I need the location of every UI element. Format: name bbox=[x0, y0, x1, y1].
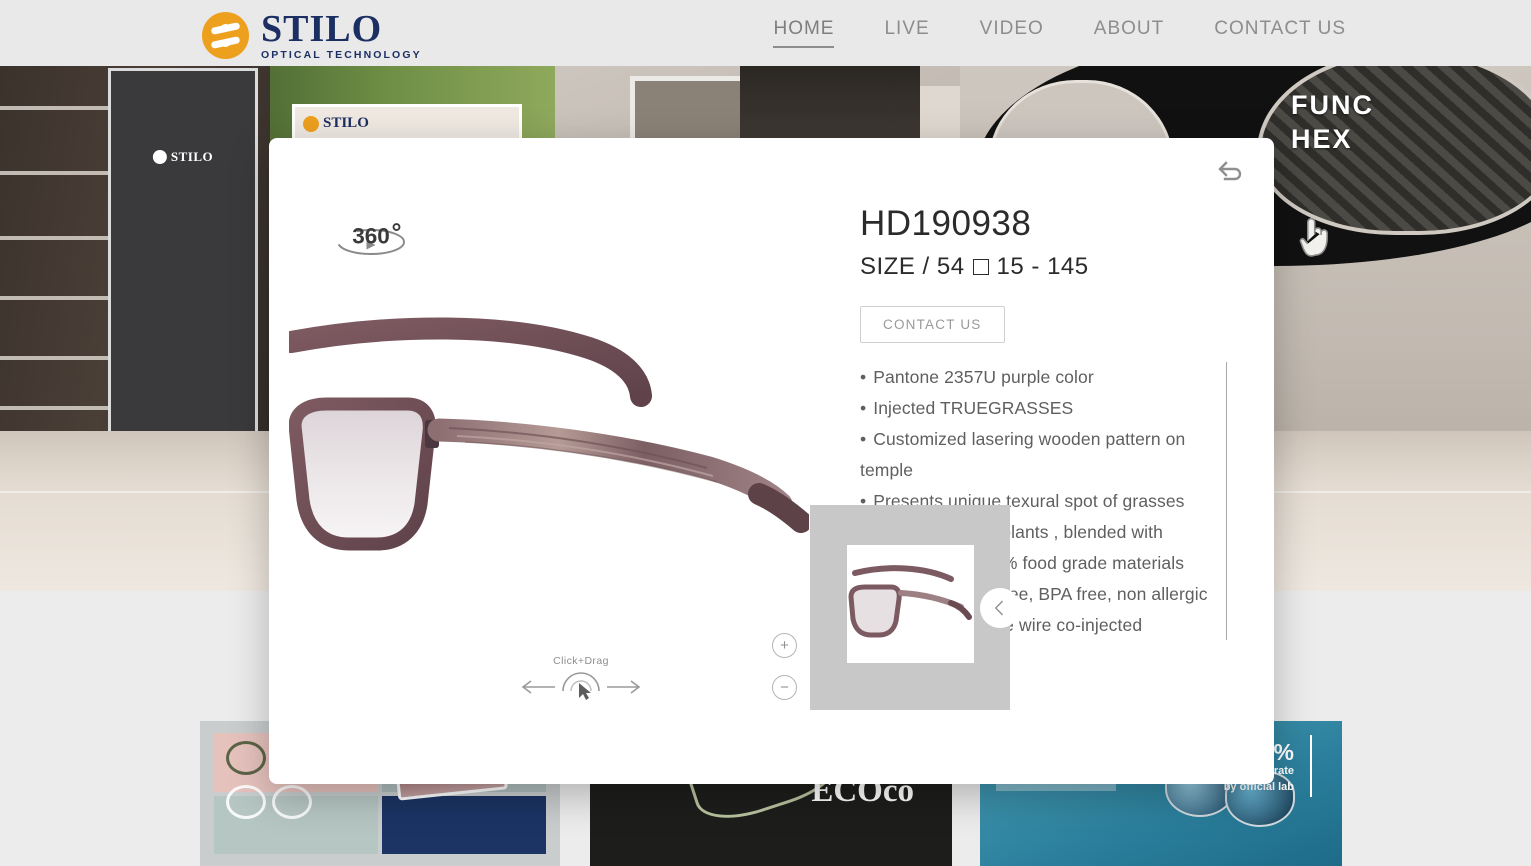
product-size: SIZE / 54 15 - 145 bbox=[860, 253, 1089, 281]
product-viewer[interactable]: 360 Click+Drag + − bbox=[269, 138, 829, 784]
zoom-out-label: − bbox=[780, 679, 789, 696]
thumbnail-prev-button[interactable] bbox=[980, 588, 1020, 628]
hero-sunglasses-right-lens: FUNC HEX bbox=[1257, 66, 1531, 235]
logo-text: STILO OPTICAL TECHNOLOGY bbox=[261, 10, 422, 61]
zoom-in-button[interactable]: + bbox=[772, 633, 797, 658]
description-bullet: • Pantone 2357U purple color bbox=[860, 367, 1094, 387]
stat-divider bbox=[1310, 735, 1312, 797]
product-size-suffix: 15 - 145 bbox=[996, 253, 1089, 280]
hero-caption-line2: HEX bbox=[1291, 124, 1353, 154]
hero-caption-line1: FUNC bbox=[1291, 90, 1374, 120]
logo-title: STILO bbox=[261, 8, 383, 50]
product-modal: 360 Click+Drag + − HD190938 SIZE / 54 15… bbox=[269, 138, 1274, 784]
stilo-logo-icon bbox=[202, 11, 249, 59]
contact-us-button[interactable]: CONTACT US bbox=[860, 306, 1005, 343]
zoom-in-label: + bbox=[780, 637, 789, 654]
drag-hint: Click+Drag bbox=[521, 655, 641, 706]
zoom-controls: + − bbox=[772, 633, 797, 700]
description-bullet: • Customized lasering wooden pattern on t… bbox=[860, 429, 1186, 480]
nav-item-video[interactable]: VIDEO bbox=[980, 18, 1044, 46]
hero-wall-panel-logo: STILO bbox=[152, 149, 214, 165]
site-logo[interactable]: STILO OPTICAL TECHNOLOGY bbox=[202, 10, 422, 61]
chevron-left-icon bbox=[994, 600, 1004, 616]
zoom-out-button[interactable]: − bbox=[772, 675, 797, 700]
product-size-prefix: SIZE / 54 bbox=[860, 253, 965, 280]
description-bullet: • Injected TRUEGRASSES bbox=[860, 398, 1074, 418]
drag-hint-label: Click+Drag bbox=[553, 655, 609, 667]
product-360-image[interactable] bbox=[280, 308, 812, 668]
page-root: STILO OPTICAL TECHNOLOGY HOME LIVE VIDEO… bbox=[0, 0, 1531, 866]
badge-360-icon: 360 bbox=[335, 216, 407, 262]
hero-poster-logo-text: STILO bbox=[323, 115, 369, 131]
hand-pointer-icon bbox=[1296, 212, 1334, 264]
description-scrollbar[interactable] bbox=[1226, 362, 1227, 640]
thumbnail-image[interactable] bbox=[847, 545, 974, 663]
description-text: Customized lasering wooden pattern on te… bbox=[860, 429, 1186, 480]
card-tile-navy bbox=[382, 795, 546, 854]
nav-item-live[interactable]: LIVE bbox=[884, 18, 929, 46]
main-nav: HOME LIVE VIDEO ABOUT CONTACT US bbox=[773, 18, 1346, 48]
description-text: Injected TRUEGRASSES bbox=[873, 398, 1074, 418]
site-header: STILO OPTICAL TECHNOLOGY HOME LIVE VIDEO… bbox=[0, 0, 1531, 66]
nav-item-about[interactable]: ABOUT bbox=[1094, 18, 1164, 46]
svg-text:360: 360 bbox=[352, 224, 390, 249]
bridge-square-icon bbox=[972, 259, 989, 275]
nav-item-contact-us[interactable]: CONTACT US bbox=[1214, 18, 1346, 46]
hero-wall-panel: STILO bbox=[108, 68, 258, 468]
nav-item-home[interactable]: HOME bbox=[773, 18, 835, 48]
product-title: HD190938 bbox=[860, 204, 1032, 243]
description-text: Pantone 2357U purple color bbox=[873, 367, 1094, 387]
hero-poster-logo: STILO bbox=[303, 115, 369, 132]
hero-wall-logo-text: STILO bbox=[170, 149, 214, 164]
logo-subtitle: OPTICAL TECHNOLOGY bbox=[261, 49, 422, 61]
drag-arrows-icon bbox=[521, 672, 641, 700]
